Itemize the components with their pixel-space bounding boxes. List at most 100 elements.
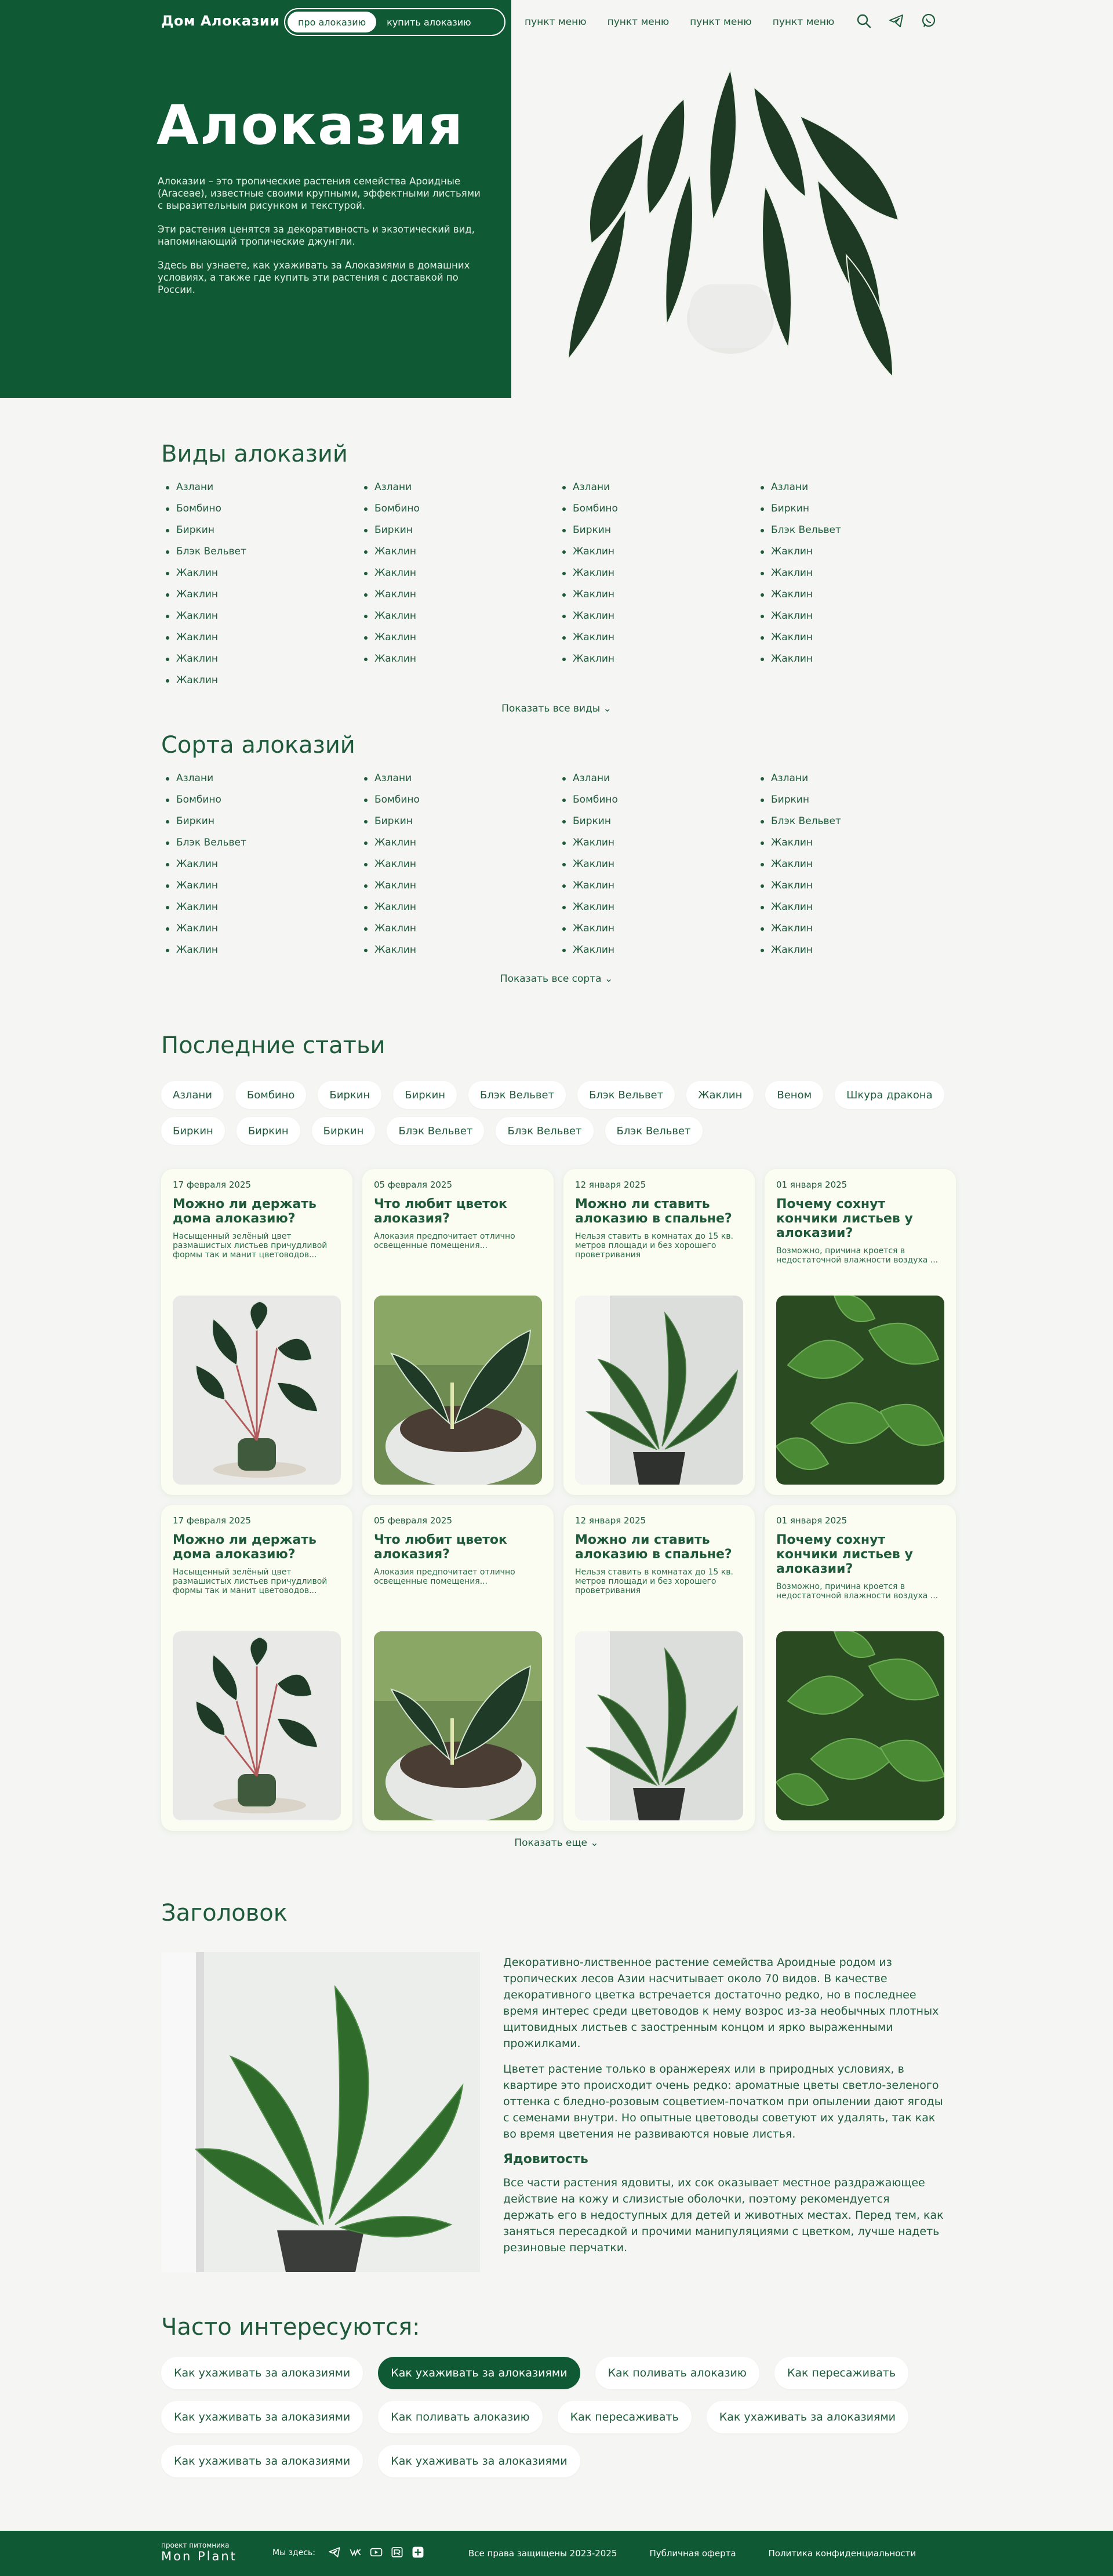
tag-chip[interactable]: Азлани bbox=[161, 1081, 224, 1109]
list-item[interactable]: Биркин bbox=[560, 811, 758, 832]
list-item[interactable]: Биркин bbox=[758, 498, 956, 520]
article-title[interactable]: Почему сохнут кончики листьев у алоказии… bbox=[776, 1197, 944, 1240]
faq-chip[interactable]: Как ухаживать за алоказиями bbox=[378, 2357, 580, 2389]
faq-chip[interactable]: Как ухаживать за алоказиями bbox=[161, 2401, 363, 2433]
rutube-icon[interactable] bbox=[391, 2546, 403, 2559]
tab-about[interactable]: про алоказию bbox=[288, 12, 377, 32]
list-item[interactable]: Жаклин bbox=[362, 541, 560, 563]
list-item[interactable]: Жаклин bbox=[758, 648, 956, 670]
list-item[interactable]: Жаклин bbox=[362, 854, 560, 875]
list-item[interactable]: Жаклин bbox=[163, 670, 362, 691]
show-all-species-button[interactable]: Показать все виды ⌄ bbox=[0, 703, 1113, 714]
list-item[interactable]: Азлани bbox=[163, 477, 362, 498]
list-item[interactable]: Жаклин bbox=[560, 627, 758, 648]
article-title[interactable]: Что любит цветок алоказия? bbox=[374, 1197, 542, 1226]
brand-logo[interactable]: Дом Алоказии bbox=[161, 13, 280, 29]
list-item[interactable]: Азлани bbox=[758, 768, 956, 789]
article-image[interactable] bbox=[173, 1631, 341, 1820]
article-card[interactable]: 12 января 2025 Можно ли ставить алоказию … bbox=[563, 1169, 755, 1495]
list-item[interactable]: Жаклин bbox=[758, 918, 956, 939]
list-item[interactable]: Бомбино bbox=[163, 789, 362, 811]
tag-chip[interactable]: Биркин bbox=[393, 1081, 457, 1109]
faq-chip[interactable]: Как ухаживать за алоказиями bbox=[161, 2357, 363, 2389]
article-image[interactable] bbox=[776, 1296, 944, 1485]
list-item[interactable]: Азлани bbox=[362, 477, 560, 498]
list-item[interactable]: Азлани bbox=[163, 768, 362, 789]
article-card[interactable]: 05 февраля 2025 Что любит цветок алоказия… bbox=[362, 1169, 554, 1495]
list-item[interactable]: Жаклин bbox=[362, 584, 560, 605]
tag-chip[interactable]: Шкура дракона bbox=[835, 1081, 944, 1109]
list-item[interactable]: Жаклин bbox=[560, 918, 758, 939]
article-card[interactable]: 01 января 2025 Почему сохнут кончики лист… bbox=[765, 1169, 956, 1495]
tag-chip[interactable]: Блэк Вельвет bbox=[468, 1081, 566, 1109]
list-item[interactable]: Биркин bbox=[163, 811, 362, 832]
article-title[interactable]: Что любит цветок алоказия? bbox=[374, 1533, 542, 1562]
list-item[interactable]: Жаклин bbox=[758, 605, 956, 627]
tag-chip[interactable]: Биркин bbox=[236, 1117, 300, 1145]
tag-chip[interactable]: Бомбино bbox=[235, 1081, 307, 1109]
list-item[interactable]: Жаклин bbox=[362, 918, 560, 939]
list-item[interactable]: Жаклин bbox=[758, 563, 956, 584]
list-item[interactable]: Жаклин bbox=[163, 918, 362, 939]
list-item[interactable]: Жаклин bbox=[560, 832, 758, 854]
list-item[interactable]: Жаклин bbox=[362, 605, 560, 627]
list-item[interactable]: Бомбино bbox=[362, 789, 560, 811]
telegram-icon[interactable] bbox=[328, 2546, 341, 2559]
list-item[interactable]: Блэк Вельвет bbox=[163, 832, 362, 854]
list-item[interactable]: Азлани bbox=[362, 768, 560, 789]
article-title[interactable]: Можно ли держать дома алоказию? bbox=[173, 1533, 341, 1562]
tag-chip[interactable]: Блэк Вельвет bbox=[387, 1117, 485, 1145]
menu-item[interactable]: пункт меню bbox=[525, 16, 587, 28]
list-item[interactable]: Жаклин bbox=[560, 541, 758, 563]
list-item[interactable]: Биркин bbox=[163, 520, 362, 541]
article-card[interactable]: 17 февраля 2025 Можно ли держать дома ало… bbox=[161, 1169, 352, 1495]
telegram-icon[interactable] bbox=[888, 13, 904, 29]
tag-chip[interactable]: Биркин bbox=[318, 1081, 382, 1109]
footer-privacy-link[interactable]: Политика конфиденциальности bbox=[769, 2548, 916, 2559]
vk-icon[interactable] bbox=[349, 2546, 362, 2559]
tag-chip[interactable]: Блэк Вельвет bbox=[496, 1117, 594, 1145]
menu-item[interactable]: пункт меню bbox=[608, 16, 670, 28]
list-item[interactable]: Азлани bbox=[758, 477, 956, 498]
faq-chip[interactable]: Как поливать алоказию bbox=[595, 2357, 759, 2389]
menu-item[interactable]: пункт меню bbox=[690, 16, 752, 28]
list-item[interactable]: Азлани bbox=[560, 477, 758, 498]
plus-icon[interactable] bbox=[412, 2546, 424, 2559]
whatsapp-icon[interactable] bbox=[921, 13, 937, 29]
list-item[interactable]: Блэк Вельвет bbox=[758, 520, 956, 541]
list-item[interactable]: Жаклин bbox=[163, 875, 362, 897]
faq-chip[interactable]: Как поливать алоказию bbox=[378, 2401, 543, 2433]
faq-chip[interactable]: Как пересаживать bbox=[774, 2357, 909, 2389]
list-item[interactable]: Жаклин bbox=[758, 854, 956, 875]
show-more-articles-button[interactable]: Показать еще ⌄ bbox=[0, 1837, 1113, 1849]
faq-chip[interactable]: Как ухаживать за алоказиями bbox=[161, 2445, 363, 2477]
youtube-icon[interactable] bbox=[370, 2546, 383, 2559]
list-item[interactable]: Жаклин bbox=[758, 627, 956, 648]
list-item[interactable]: Жаклин bbox=[163, 939, 362, 961]
list-item[interactable]: Бомбино bbox=[560, 498, 758, 520]
search-icon[interactable] bbox=[856, 13, 872, 29]
article-image[interactable] bbox=[776, 1631, 944, 1820]
list-item[interactable]: Жаклин bbox=[163, 605, 362, 627]
list-item[interactable]: Жаклин bbox=[163, 648, 362, 670]
list-item[interactable]: Жаклин bbox=[362, 627, 560, 648]
article-card[interactable]: 01 января 2025 Почему сохнут кончики лист… bbox=[765, 1505, 956, 1831]
article-image[interactable] bbox=[173, 1296, 341, 1485]
faq-chip[interactable]: Как пересаживать bbox=[557, 2401, 692, 2433]
list-item[interactable]: Жаклин bbox=[163, 854, 362, 875]
list-item[interactable]: Жаклин bbox=[362, 875, 560, 897]
list-item[interactable]: Блэк Вельвет bbox=[163, 541, 362, 563]
list-item[interactable]: Жаклин bbox=[163, 563, 362, 584]
list-item[interactable]: Жаклин bbox=[758, 584, 956, 605]
list-item[interactable]: Азлани bbox=[560, 768, 758, 789]
tag-chip[interactable]: Блэк Вельвет bbox=[577, 1081, 675, 1109]
list-item[interactable]: Биркин bbox=[560, 520, 758, 541]
list-item[interactable]: Жаклин bbox=[560, 939, 758, 961]
list-item[interactable]: Жаклин bbox=[362, 832, 560, 854]
tag-chip[interactable]: Биркин bbox=[161, 1117, 225, 1145]
list-item[interactable]: Жаклин bbox=[758, 897, 956, 918]
tab-buy[interactable]: купить алоказию bbox=[376, 12, 482, 32]
footer-brand[interactable]: проект питомника Mon Plant bbox=[161, 2541, 237, 2563]
list-item[interactable]: Жаклин bbox=[362, 939, 560, 961]
article-title[interactable]: Почему сохнут кончики листьев у алоказии… bbox=[776, 1533, 944, 1576]
